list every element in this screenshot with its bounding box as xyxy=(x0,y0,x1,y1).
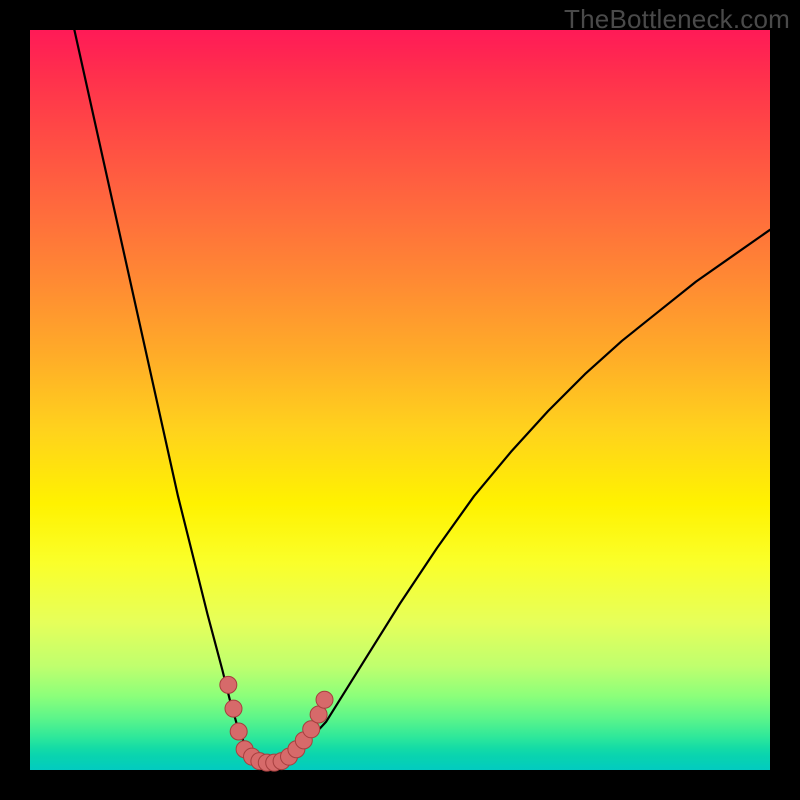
curve-marker xyxy=(230,723,247,740)
curve-marker xyxy=(220,676,237,693)
chart-svg xyxy=(30,30,770,770)
bottleneck-curve xyxy=(74,30,770,763)
plot-area xyxy=(30,30,770,770)
curve-markers xyxy=(220,676,333,771)
chart-frame: TheBottleneck.com xyxy=(0,0,800,800)
curve-marker xyxy=(316,691,333,708)
curve-marker xyxy=(225,700,242,717)
